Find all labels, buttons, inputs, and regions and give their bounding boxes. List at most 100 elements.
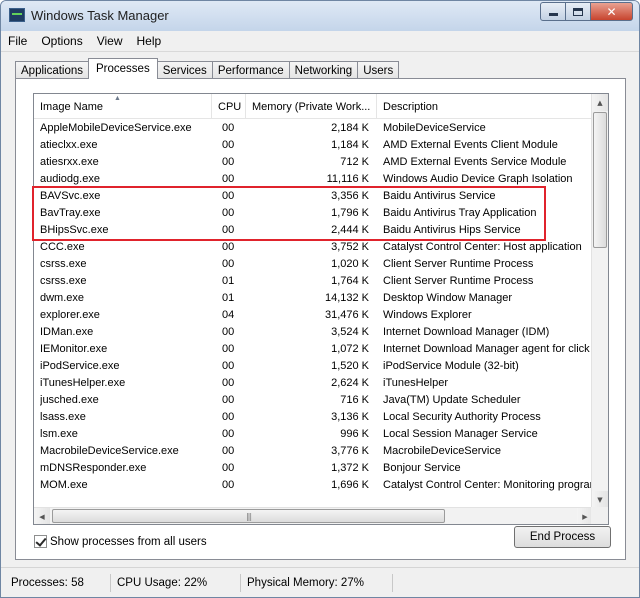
table-row[interactable]: IDMan.exe 00 3,524 K Internet Download Mana… bbox=[34, 324, 594, 341]
table-row[interactable]: BHipsSvc.exe 00 2,444 K Baidu Antivirus Hip… bbox=[34, 222, 594, 239]
column-header-description-label: Description bbox=[383, 100, 439, 113]
process-description: Local Security Authority Process bbox=[383, 411, 541, 423]
table-row[interactable]: explorer.exe 04 31,476 K Windows Explorer bbox=[34, 307, 594, 324]
table-row[interactable]: audiodg.exe 00 11,116 K Windows Audio Devic… bbox=[34, 171, 594, 188]
menu-bar: File Options View Help bbox=[1, 31, 639, 52]
status-bar: Processes: 58 CPU Usage: 22% Physical Me… bbox=[1, 567, 639, 597]
process-description: Bonjour Service bbox=[383, 462, 461, 474]
close-button[interactable]: ✕ bbox=[590, 2, 633, 21]
process-memory: 1,696 K bbox=[331, 479, 369, 491]
scroll-left-arrow-icon: ◀ bbox=[39, 512, 45, 521]
process-name: iPodService.exe bbox=[40, 360, 120, 372]
table-row[interactable]: AppleMobileDeviceService.exe 00 2,184 K Mob… bbox=[34, 120, 594, 137]
table-row[interactable]: jusched.exe 00 716 K Java(TM) Update Schedu… bbox=[34, 392, 594, 409]
column-header-memory[interactable]: Memory (Private Work... bbox=[246, 94, 377, 119]
table-row[interactable]: CCC.exe 00 3,752 K Catalyst Control Center:… bbox=[34, 239, 594, 256]
table-row[interactable]: atiesrxx.exe 00 712 K AMD External Events S… bbox=[34, 154, 594, 171]
process-cpu: 00 bbox=[222, 343, 235, 355]
tab-users[interactable]: Users bbox=[357, 61, 400, 79]
process-description: Client Server Runtime Process bbox=[383, 258, 534, 270]
process-rows: AppleMobileDeviceService.exe 00 2,184 K Mob… bbox=[34, 120, 594, 494]
process-memory: 3,356 K bbox=[331, 190, 369, 202]
menu-file[interactable]: File bbox=[1, 34, 34, 48]
tab-performance[interactable]: Performance bbox=[211, 61, 290, 79]
process-description: AMD External Events Client Module bbox=[383, 139, 558, 151]
menu-view[interactable]: View bbox=[90, 34, 130, 48]
table-row[interactable]: MOM.exe 00 1,696 K Catalyst Control Center:… bbox=[34, 477, 594, 494]
process-cpu: 00 bbox=[222, 479, 235, 491]
maximize-button[interactable] bbox=[565, 2, 591, 21]
process-name: IEMonitor.exe bbox=[40, 343, 108, 355]
process-description: Local Session Manager Service bbox=[383, 428, 538, 440]
process-cpu: 00 bbox=[222, 207, 235, 219]
table-row[interactable]: IEMonitor.exe 00 1,072 K Internet Download … bbox=[34, 341, 594, 358]
process-name: csrss.exe bbox=[40, 275, 87, 287]
close-icon: ✕ bbox=[606, 4, 617, 19]
process-cpu: 00 bbox=[222, 445, 235, 457]
horizontal-scroll-thumb[interactable]: ||| bbox=[52, 509, 445, 523]
column-header-description[interactable]: Description bbox=[377, 94, 594, 119]
scroll-down-button[interactable]: ▼ bbox=[592, 491, 608, 508]
show-all-users-checkbox[interactable] bbox=[34, 535, 47, 548]
end-process-button[interactable]: End Process bbox=[514, 526, 611, 548]
process-description: Baidu Antivirus Tray Application bbox=[383, 207, 537, 219]
table-row[interactable]: dwm.exe 01 14,132 K Desktop Window Manager bbox=[34, 290, 594, 307]
minimize-icon bbox=[548, 13, 558, 16]
process-memory: 11,116 K bbox=[326, 173, 369, 185]
table-row[interactable]: iTunesHelper.exe 00 2,624 K iTunesHelper bbox=[34, 375, 594, 392]
table-row[interactable]: csrss.exe 00 1,020 K Client Server Runtime … bbox=[34, 256, 594, 273]
scroll-right-arrow-icon: ▶ bbox=[582, 512, 588, 521]
process-description: Desktop Window Manager bbox=[383, 292, 513, 304]
task-manager-app-icon bbox=[9, 8, 25, 22]
process-cpu: 00 bbox=[222, 173, 235, 185]
process-name: MOM.exe bbox=[40, 479, 88, 491]
tab-services[interactable]: Services bbox=[156, 61, 213, 79]
process-cpu: 00 bbox=[222, 326, 235, 338]
tab-processes[interactable]: Processes bbox=[88, 58, 158, 79]
process-cpu: 00 bbox=[222, 241, 235, 253]
show-all-users-toggle[interactable]: Show processes from all users bbox=[34, 535, 207, 548]
table-row[interactable]: lsm.exe 00 996 K Local Session Manager Serv… bbox=[34, 426, 594, 443]
minimize-button[interactable] bbox=[540, 2, 566, 21]
process-name: atieclxx.exe bbox=[40, 139, 98, 151]
scroll-left-button[interactable]: ◀ bbox=[34, 508, 50, 524]
status-cpu-usage: CPU Usage: 22% bbox=[113, 574, 241, 592]
column-header-memory-label: Memory (Private Work... bbox=[252, 100, 371, 113]
process-cpu: 00 bbox=[222, 360, 235, 372]
process-memory: 1,372 K bbox=[331, 462, 369, 474]
table-row[interactable]: BavTray.exe 00 1,796 K Baidu Antivirus Tray… bbox=[34, 205, 594, 222]
process-description: Catalyst Control Center: Host applicatio… bbox=[383, 241, 582, 253]
process-description: Windows Explorer bbox=[383, 309, 472, 321]
process-memory: 1,020 K bbox=[331, 258, 369, 270]
column-header-image-name[interactable]: Image Name ▲ bbox=[34, 94, 212, 119]
title-bar[interactable]: Windows Task Manager ✕ bbox=[1, 1, 639, 31]
table-row[interactable]: lsass.exe 00 3,136 K Local Security Authori… bbox=[34, 409, 594, 426]
column-header-cpu[interactable]: CPU bbox=[212, 94, 246, 119]
process-memory: 2,184 K bbox=[331, 122, 369, 134]
vertical-scroll-thumb[interactable] bbox=[593, 112, 607, 248]
table-row[interactable]: mDNSResponder.exe 00 1,372 K Bonjour Servic… bbox=[34, 460, 594, 477]
table-row[interactable]: MacrobileDeviceService.exe 00 3,776 K Macro… bbox=[34, 443, 594, 460]
process-description: iPodService Module (32-bit) bbox=[383, 360, 519, 372]
process-name: iTunesHelper.exe bbox=[40, 377, 126, 389]
horizontal-scrollbar[interactable]: ◀ ||| ▶ bbox=[34, 507, 593, 524]
menu-help[interactable]: Help bbox=[130, 34, 169, 48]
table-row[interactable]: atieclxx.exe 00 1,184 K AMD External Events… bbox=[34, 137, 594, 154]
process-list[interactable]: Image Name ▲ CPU Memory (Private Work...… bbox=[33, 93, 609, 525]
table-row[interactable]: iPodService.exe 00 1,520 K iPodService Modu… bbox=[34, 358, 594, 375]
process-memory: 2,444 K bbox=[331, 224, 369, 236]
table-row[interactable]: BAVSvc.exe 00 3,356 K Baidu Antivirus Servi… bbox=[34, 188, 594, 205]
process-description: Client Server Runtime Process bbox=[383, 275, 534, 287]
process-memory: 3,524 K bbox=[331, 326, 369, 338]
tab-networking[interactable]: Networking bbox=[288, 61, 359, 79]
table-row[interactable]: csrss.exe 01 1,764 K Client Server Runtime … bbox=[34, 273, 594, 290]
scrollbar-corner bbox=[591, 507, 608, 524]
tab-applications[interactable]: Applications bbox=[15, 61, 90, 79]
grip-icon: ||| bbox=[245, 511, 252, 521]
scroll-up-button[interactable]: ▲ bbox=[592, 94, 608, 111]
main-area: Applications Processes Services Performa… bbox=[1, 52, 639, 567]
vertical-scrollbar[interactable]: ▲ ▼ bbox=[591, 94, 608, 508]
menu-options[interactable]: Options bbox=[34, 34, 89, 48]
process-memory: 1,520 K bbox=[331, 360, 369, 372]
process-cpu: 00 bbox=[222, 377, 235, 389]
